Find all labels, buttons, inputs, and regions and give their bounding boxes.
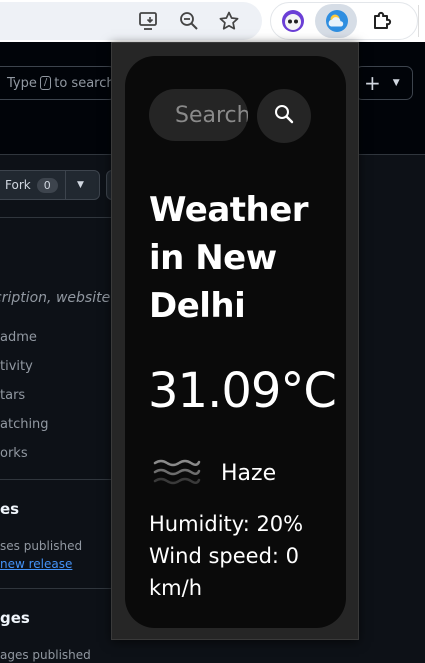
humidity-value: Humidity: 20% bbox=[149, 512, 304, 536]
zoom-out-icon[interactable] bbox=[177, 9, 201, 33]
search-button[interactable] bbox=[257, 89, 311, 143]
weather-title: Weather in New Delhi bbox=[149, 190, 309, 326]
fork-label: Fork bbox=[5, 178, 31, 192]
divider bbox=[0, 217, 112, 218]
wind-speed-value: Wind speed: 0 km/h bbox=[149, 544, 300, 600]
city-search-input[interactable] bbox=[149, 89, 248, 141]
sidebar-item-stars[interactable]: tars bbox=[0, 388, 25, 403]
create-release-link[interactable]: new release bbox=[0, 557, 72, 571]
bookmark-star-icon[interactable] bbox=[217, 9, 241, 33]
sidebar-item-readme[interactable]: adme bbox=[0, 330, 37, 345]
weather-card: Weather in New Delhi 31.09°C Haze Humidi… bbox=[125, 56, 346, 628]
packages-note: ages published bbox=[0, 648, 91, 662]
temperature: 31.09°C bbox=[148, 363, 337, 419]
extension-popup: Weather in New Delhi 31.09°C Haze Humidi… bbox=[111, 42, 359, 640]
sidebar-item-activity[interactable]: tivity bbox=[0, 359, 33, 374]
divider bbox=[0, 588, 112, 589]
extensions-puzzle-icon[interactable] bbox=[370, 9, 394, 33]
github-search-input[interactable]: Type / to search bbox=[0, 66, 116, 100]
search-prefix: Type bbox=[7, 75, 37, 91]
chevron-down-icon: ▼ bbox=[392, 78, 400, 88]
divider bbox=[0, 479, 112, 480]
releases-note: ses published bbox=[0, 539, 83, 553]
toolbar-edge bbox=[418, 5, 425, 37]
sidebar-item-forks[interactable]: orks bbox=[0, 446, 28, 461]
releases-heading: es bbox=[0, 500, 20, 518]
weather-extension-icon[interactable] bbox=[325, 9, 349, 33]
repo-description: cription, website bbox=[0, 290, 111, 306]
fork-count: 0 bbox=[36, 177, 58, 193]
search-key-hint: / bbox=[39, 76, 52, 90]
sidebar-item-watching[interactable]: atching bbox=[0, 417, 49, 432]
browser-toolbar bbox=[0, 0, 425, 42]
haze-icon bbox=[149, 451, 205, 497]
fork-dropdown-icon[interactable]: ▼ bbox=[65, 171, 95, 199]
owl-extension-icon[interactable] bbox=[281, 9, 305, 33]
packages-heading: ges bbox=[0, 609, 30, 627]
search-suffix: to search bbox=[54, 75, 115, 91]
install-app-icon[interactable] bbox=[137, 9, 161, 33]
github-create-button[interactable]: + ▼ bbox=[355, 66, 413, 100]
plus-icon: + bbox=[364, 71, 381, 95]
search-icon bbox=[273, 103, 295, 129]
fork-button[interactable]: Fork 0 ▼ bbox=[0, 170, 100, 200]
weather-condition: Haze bbox=[221, 461, 277, 486]
